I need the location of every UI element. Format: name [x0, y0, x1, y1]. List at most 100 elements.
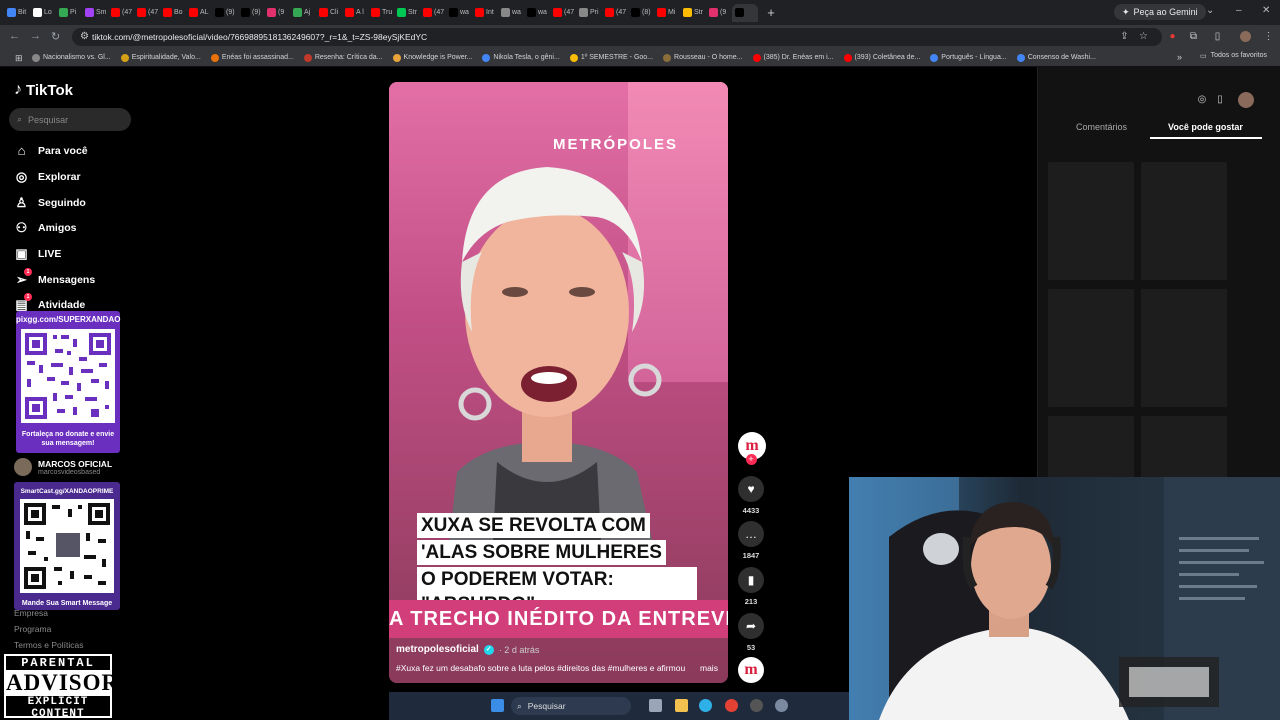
profile-icon[interactable]	[1240, 31, 1251, 42]
bookmark-item[interactable]: Nikola Tesla, o gêni...	[482, 53, 560, 62]
footer-link-empresa[interactable]: Empresa	[14, 608, 48, 618]
follow-plus-icon[interactable]: +	[745, 454, 757, 465]
bookmark-item[interactable]: Espiritualidade, Valo...	[120, 53, 201, 62]
browser-tab[interactable]: (9)	[238, 4, 264, 22]
apps-icon[interactable]: ⊞	[15, 53, 23, 64]
browser-tab[interactable]: (47	[420, 4, 446, 22]
bookmark-item[interactable]: Enéas foi assassinad...	[210, 53, 294, 62]
browser-tab[interactable]: Bit	[4, 4, 30, 22]
browser-tab[interactable]: Bo	[160, 4, 186, 22]
settings-icon[interactable]	[775, 699, 788, 712]
browser-tab[interactable]: Pri	[576, 4, 602, 22]
suggested-video-thumb[interactable]	[1048, 416, 1134, 479]
bookmark-item[interactable]: Português - Língua...	[930, 53, 1007, 62]
back-icon[interactable]: ←	[9, 30, 20, 42]
comment-button[interactable]: … 1847	[738, 521, 764, 560]
save-button[interactable]: ▮ 213	[738, 567, 764, 606]
site-info-icon[interactable]: ⚙	[79, 31, 90, 42]
suggested-video-thumb[interactable]	[1048, 162, 1134, 280]
suggested-video-thumb[interactable]	[1141, 416, 1227, 479]
browser-tab[interactable]: Str	[394, 4, 420, 22]
extensions-icon[interactable]: ⧉	[1188, 31, 1199, 42]
sidebar-item-amigos[interactable]: ⚇ Amigos	[14, 220, 77, 235]
browser-tab[interactable]: wa	[498, 4, 524, 22]
app-icon[interactable]	[750, 699, 763, 712]
menu-icon[interactable]: ⋮	[1263, 31, 1274, 42]
star-icon[interactable]: ☆	[1138, 31, 1149, 42]
browser-tab[interactable]: Sm	[82, 4, 108, 22]
sound-avatar[interactable]: m	[738, 657, 764, 683]
chrome-icon[interactable]	[725, 699, 738, 712]
new-tab-icon[interactable]: +	[764, 5, 778, 20]
browser-tab[interactable]: wa	[524, 4, 550, 22]
minimize-icon[interactable]: –	[1236, 5, 1242, 16]
ask-gemini-button[interactable]: ✦ Peça ao Gemini	[1114, 4, 1206, 20]
browser-tab[interactable]: Aj	[290, 4, 316, 22]
reload-icon[interactable]: ↻	[51, 30, 60, 43]
suggested-video-thumb[interactable]	[1048, 289, 1134, 407]
bookmark-item[interactable]: Rousseau - O home...	[663, 53, 743, 62]
browser-tab[interactable]: (47	[602, 4, 628, 22]
tab-comments[interactable]: Comentários	[1076, 122, 1127, 132]
browser-tab[interactable]: (9)	[212, 4, 238, 22]
install-icon[interactable]: ⇪	[1119, 31, 1130, 42]
file-explorer-icon[interactable]	[675, 699, 688, 712]
bookmark-item[interactable]: (393) Coletânea de...	[843, 53, 920, 62]
browser-tab[interactable]: (8)	[628, 4, 654, 22]
suggested-video-thumb[interactable]	[1141, 289, 1227, 407]
browser-tab[interactable]: Int	[472, 4, 498, 22]
sidebar-item-para-voce[interactable]: ⌂ Para você	[14, 143, 88, 158]
like-button[interactable]: ♥ 4433	[738, 476, 764, 515]
chevron-down-icon[interactable]: ⌄	[1206, 5, 1214, 16]
browser-tab[interactable]: (9	[706, 4, 732, 22]
bookmark-item[interactable]: Nacionalismo vs. Gl...	[32, 53, 111, 62]
browser-tab[interactable]: (47	[134, 4, 160, 22]
search-input[interactable]: ⌕ Pesquisar	[9, 108, 131, 131]
bookmark-item[interactable]: Knowledge is Power...	[392, 53, 472, 62]
user-avatar[interactable]	[1238, 92, 1254, 108]
all-bookmarks[interactable]: ▭ Todos os favoritos	[1200, 52, 1267, 60]
sidebar-item-explorar[interactable]: ◎ Explorar	[14, 169, 81, 184]
suggested-video-thumb[interactable]	[1141, 162, 1227, 280]
browser-tab[interactable]: Str	[680, 4, 706, 22]
browser-tab[interactable]: (47	[108, 4, 134, 22]
author-name[interactable]: metropolesoficial	[396, 644, 479, 655]
sidebar-item-atividade[interactable]: ▤ 1 Atividade	[14, 293, 85, 312]
browser-tab[interactable]: Lo	[30, 4, 56, 22]
browser-tab[interactable]: Tru	[368, 4, 394, 22]
bookmark-item[interactable]: Consenso de Washi...	[1016, 53, 1096, 62]
browser-tab[interactable]: Pi	[56, 4, 82, 22]
footer-link-programa[interactable]: Programa	[14, 624, 51, 634]
tab-suggested[interactable]: Você pode gostar	[1168, 122, 1243, 132]
bookmark-item[interactable]: 1º SEMESTRE - Goo...	[569, 53, 653, 62]
more-link[interactable]: mais	[700, 663, 718, 673]
sidebar-item-mensagens[interactable]: ➢ 1 Mensagens	[14, 268, 95, 287]
extension-icon[interactable]: ●	[1167, 31, 1178, 42]
sidepanel-icon[interactable]: ▯	[1212, 31, 1223, 42]
compass-small-icon[interactable]: ◎	[1194, 92, 1210, 108]
taskbar-search[interactable]: ⌕ Pesquisar	[511, 697, 631, 715]
creator-avatar-button[interactable]: m +	[738, 432, 766, 465]
task-view-icon[interactable]	[649, 699, 662, 712]
video-player[interactable]: METRÓPOLES XUXA SE REVOLTA COM 'ALAS SOB…	[389, 82, 728, 683]
browser-tab[interactable]: A l	[342, 4, 368, 22]
bookmark-item[interactable]: Resenha: Crítica da...	[303, 53, 383, 62]
phone-icon[interactable]: ▯	[1212, 92, 1228, 108]
edge-icon[interactable]	[699, 699, 712, 712]
browser-tab[interactable]: Mi	[654, 4, 680, 22]
sidebar-item-live[interactable]: ▣ LIVE	[14, 246, 61, 261]
tiktok-logo[interactable]: ♪ TikTok	[14, 81, 73, 99]
footer-link-termos[interactable]: Termos e Políticas	[14, 640, 83, 650]
url-field[interactable]: tiktok.com/@metropolesoficial/video/7669…	[72, 28, 1162, 46]
browser-tab[interactable]: wa	[446, 4, 472, 22]
browser-tab[interactable]	[732, 3, 758, 22]
share-button[interactable]: ➦ 53	[738, 613, 764, 652]
forward-icon[interactable]: →	[30, 30, 41, 42]
browser-tab[interactable]: (9	[264, 4, 290, 22]
browser-tab[interactable]: AL	[186, 4, 212, 22]
browser-tab[interactable]: (47	[550, 4, 576, 22]
more-bookmarks-icon[interactable]: »	[1177, 52, 1182, 62]
sidebar-item-seguindo[interactable]: ♙ Seguindo	[14, 195, 86, 210]
close-window-icon[interactable]: ✕	[1262, 5, 1270, 16]
browser-tab[interactable]: Cli	[316, 4, 342, 22]
